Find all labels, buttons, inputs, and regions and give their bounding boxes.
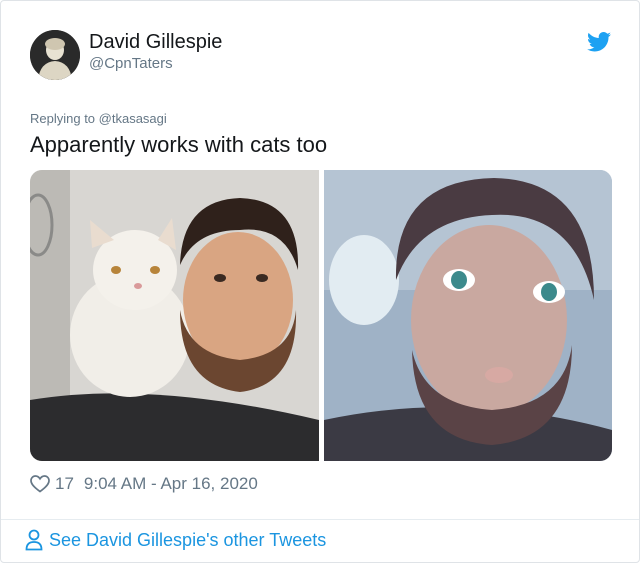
tweet-text: Apparently works with cats too <box>30 132 328 157</box>
divider <box>1 519 639 520</box>
tweet-photo-anime[interactable] <box>324 170 612 461</box>
person-icon <box>25 529 43 551</box>
author-handle[interactable]: @CpnTaters <box>89 55 173 72</box>
tweet-card: David Gillespie @CpnTaters Replying to @… <box>0 0 640 563</box>
tweet-timestamp[interactable]: 9:04 AM - Apr 16, 2020 <box>84 474 258 494</box>
other-tweets-label: See David Gillespie's other Tweets <box>49 529 327 550</box>
other-tweets-link[interactable]: See David Gillespie's other Tweets <box>25 529 326 551</box>
avatar[interactable] <box>30 30 80 80</box>
like-count: 17 <box>55 474 74 493</box>
replying-to[interactable]: Replying to @tkasasagi <box>30 111 167 126</box>
tweet-photo-original[interactable] <box>30 170 319 461</box>
heart-icon[interactable] <box>30 475 50 493</box>
tweet-meta: 17 9:04 AM - Apr 16, 2020 <box>30 473 258 495</box>
twitter-bird-icon[interactable] <box>587 32 611 52</box>
author-name[interactable]: David Gillespie <box>89 31 222 54</box>
